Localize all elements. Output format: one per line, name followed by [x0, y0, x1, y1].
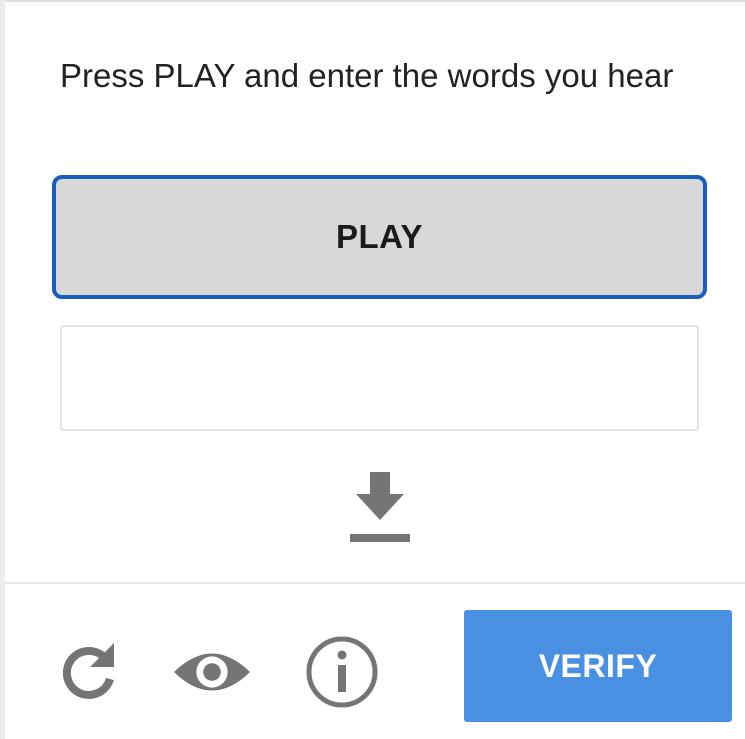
verify-button[interactable]: VERIFY — [464, 610, 732, 722]
play-button[interactable]: PLAY — [52, 175, 707, 299]
play-button-label: PLAY — [336, 218, 423, 255]
footer-divider — [5, 582, 745, 584]
left-border — [0, 0, 5, 739]
info-icon — [306, 636, 378, 708]
help-button[interactable] — [302, 632, 382, 712]
top-border — [0, 0, 745, 2]
reload-icon — [62, 643, 114, 699]
download-audio-link[interactable] — [344, 466, 416, 548]
verify-button-label: VERIFY — [538, 647, 658, 684]
download-arrow-icon — [350, 472, 410, 542]
reload-button[interactable] — [48, 632, 128, 712]
challenge-instructions: Press PLAY and enter the words you hear — [60, 57, 674, 94]
audio-challenge-panel: Press PLAY and enter the words you hear … — [0, 0, 745, 739]
audio-response-input[interactable] — [60, 325, 699, 431]
eye-icon — [173, 653, 251, 691]
visual-challenge-button[interactable] — [172, 632, 252, 712]
